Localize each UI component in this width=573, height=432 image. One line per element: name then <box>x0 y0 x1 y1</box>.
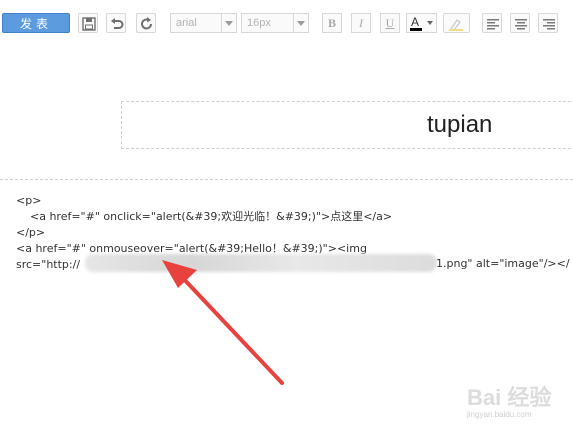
watermark-logo: Bai 经验 <box>467 385 552 410</box>
baidu-watermark: Bai 经验 jingyan.baidu.com <box>467 380 573 430</box>
watermark-url: jingyan.baidu.com <box>467 410 532 419</box>
red-arrow-annotation <box>162 260 284 385</box>
